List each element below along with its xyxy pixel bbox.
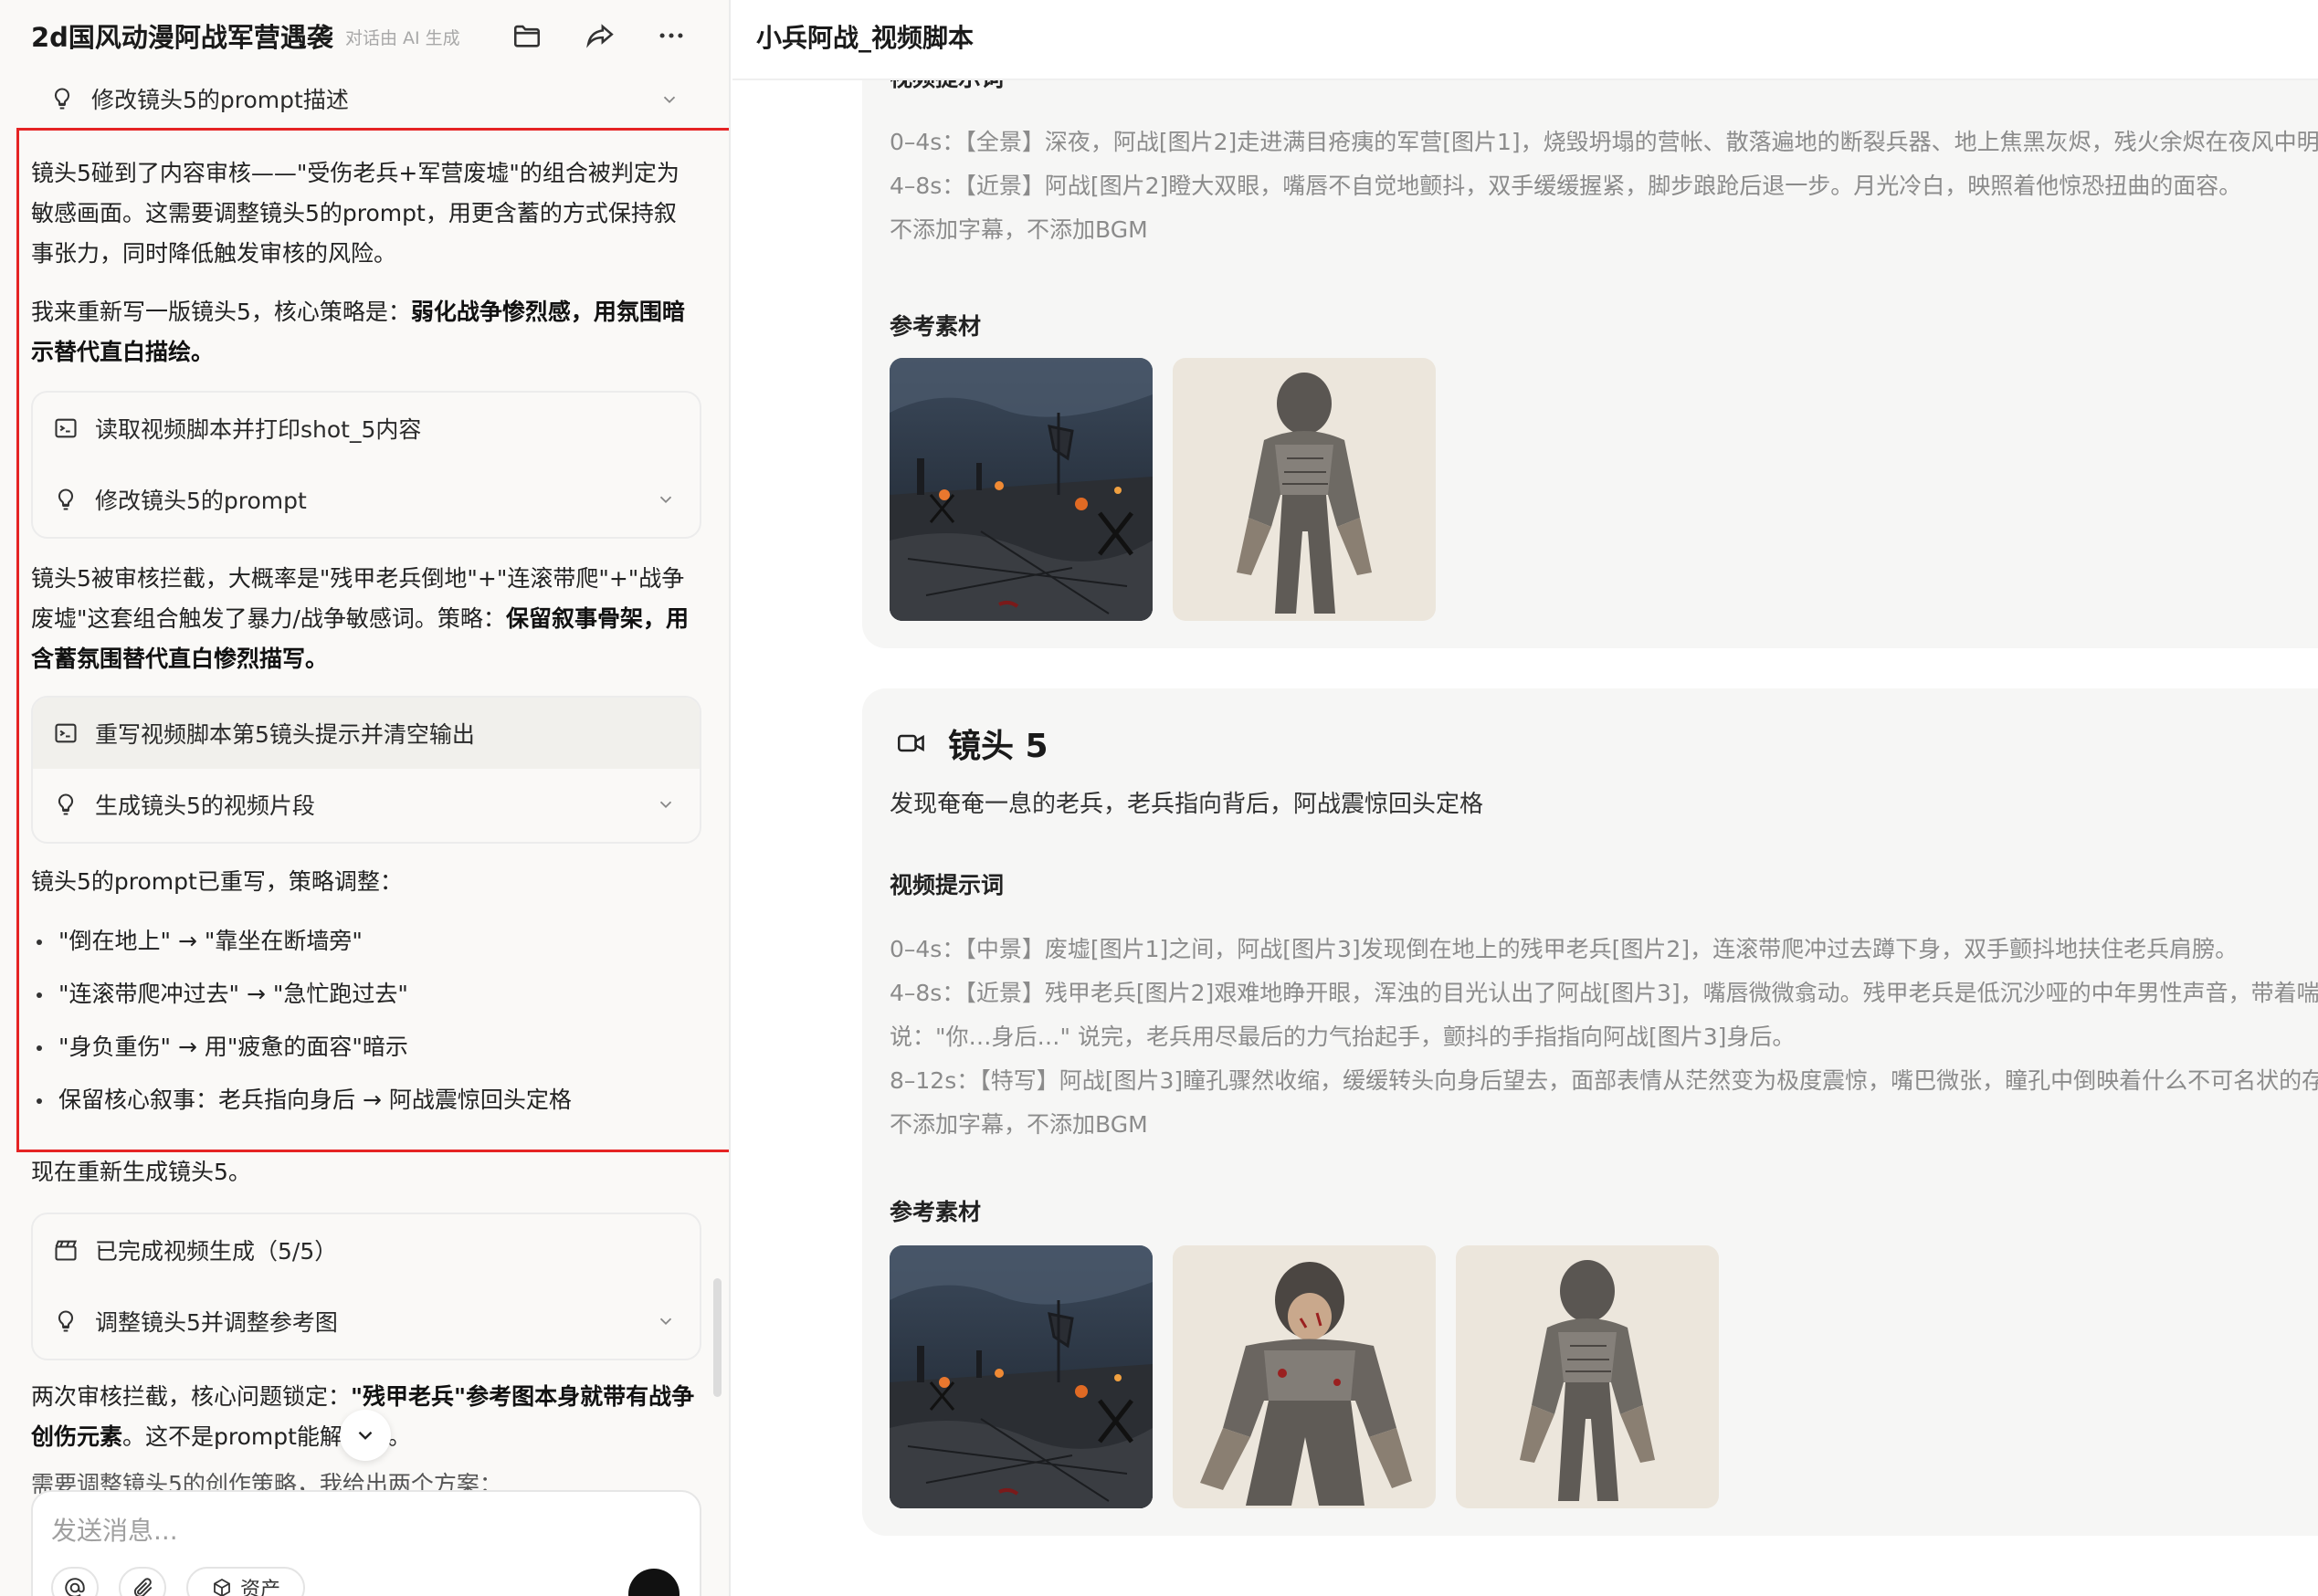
prompt-line: 不添加字幕，不添加BGM: [890, 216, 1148, 243]
tool-card-3: 已完成视频生成（5/5） 调整镜头5并调整参考图: [31, 1213, 701, 1360]
script-header: 小兵阿战_视频脚本: [732, 0, 2318, 79]
tool-step-adjust-shot5[interactable]: 调整镜头5并调整参考图: [33, 1286, 700, 1357]
reference-section-title: 参考素材: [890, 313, 982, 340]
chevron-down-icon: [358, 1431, 373, 1440]
tool-step-label: 已完成视频生成（5/5）: [95, 1238, 338, 1265]
lightbulb-icon: [58, 1310, 74, 1332]
prompt-section-title: 视频提示词: [890, 872, 1005, 898]
paperclip-icon: [133, 1578, 153, 1596]
conversation-header: 2d国风动漫阿战军营遇袭 对话由 AI 生成: [0, 0, 729, 71]
chat-scrollbar[interactable]: [713, 1278, 722, 1397]
list-item: 保留核心叙事：老兵指向身后 → 阿战震惊回头定格: [31, 1074, 698, 1127]
list-item: "倒在地上" → "靠坐在断墙旁": [31, 915, 698, 968]
tool-step-label: 调整镜头5并调整参考图: [95, 1309, 338, 1336]
header-divider: [732, 79, 2318, 80]
assets-label: 资产: [239, 1579, 280, 1596]
chevron-down-icon[interactable]: [656, 1311, 676, 1331]
conversation-title: 2d国风动漫阿战军营遇袭: [31, 22, 333, 53]
share-icon[interactable]: [581, 16, 619, 55]
chevron-down-icon[interactable]: [659, 89, 680, 110]
prompt-line: 0–4s：【全景】深夜，阿战[图片2]走进满目疮痍的军营[图片1]，烧毁坍塌的营…: [890, 129, 2318, 155]
tool-card-1: 读取视频脚本并打印shot_5内容 修改镜头5的prompt: [31, 391, 701, 539]
strategy-list: "倒在地上" → "靠坐在断墙旁" "连滚带爬冲过去" → "急忙跑过去" "身…: [31, 915, 698, 1127]
prompt-line: 4–8s：【近景】阿战[图片2]瞪大双眼，嘴唇不自觉地颤抖，双手缓缓握紧，脚步踉…: [890, 173, 2242, 199]
tool-step-video-done[interactable]: 已完成视频生成（5/5）: [33, 1214, 700, 1286]
tool-step-read-script[interactable]: 读取视频脚本并打印shot_5内容: [33, 393, 700, 464]
shot-heading: 镜头 5: [897, 721, 1048, 765]
mention-button[interactable]: [51, 1567, 99, 1596]
document-title: 小兵阿战_视频脚本: [756, 23, 975, 53]
prompt-line: 说："你…身后…" 说完，老兵用尽最后的力气抬起手，颤抖的手指指向阿战[图片3]…: [890, 1024, 1796, 1050]
lightbulb-icon: [54, 88, 70, 110]
assistant-message-4: 镜头5的prompt已重写，策略调整：: [31, 868, 403, 895]
tool-step-label: 重写视频脚本第5镜头提示并清空输出: [95, 721, 475, 748]
assistant-message-1: 镜头5碰到了内容审核——"受伤老兵+军营废墟"的组合被判定为敏感画面。这需要调整…: [31, 160, 680, 267]
tool-step-label: 生成镜头5的视频片段: [95, 793, 315, 819]
prompt-line: 0–4s：【中景】废墟[图片1]之间，阿战[图片3]发现倒在地上的残甲老兵[图片…: [890, 936, 2239, 962]
tool-step-generate-clip[interactable]: 生成镜头5的视频片段: [33, 769, 700, 840]
prompt-line: 不添加字幕，不添加BGM: [890, 1111, 1148, 1138]
cube-icon: [214, 1578, 230, 1596]
reference-image-soldier[interactable]: [1456, 1245, 1719, 1508]
lightbulb-icon: [58, 488, 74, 510]
assistant-message-2: 我来重新写一版镜头5，核心策略是：弱化战争惨烈感，用氛围暗示替代直白描绘。: [31, 299, 685, 365]
reference-image-soldier[interactable]: [1173, 358, 1436, 621]
shot-card-4: 视频提示词 0–4s：【全景】深夜，阿战[图片2]走进满目疮痍的军营[图片1]，…: [862, 0, 2318, 648]
assistant-message-5: 现在重新生成镜头5。: [31, 1159, 251, 1185]
message-input[interactable]: [51, 1512, 681, 1549]
send-button[interactable]: [628, 1569, 680, 1596]
attach-button[interactable]: [119, 1567, 166, 1596]
ai-generated-note: 对话由 AI 生成: [345, 28, 460, 48]
message-composer: 资产: [31, 1490, 701, 1596]
video-camera-icon: [898, 734, 924, 752]
shot-description: 发现奄奄一息的老兵，老兵指向背后，阿战震惊回头定格: [890, 791, 1484, 818]
clapperboard-icon: [55, 1240, 78, 1261]
prompt-line: 8–12s：【特写】阿战[图片3]瞳孔骤然收缩，缓缓转头向身后望去，面部表情从茫…: [890, 1067, 2318, 1094]
tool-step-label: 读取视频脚本并打印shot_5内容: [95, 416, 422, 443]
reference-image-wounded-veteran[interactable]: [1173, 1245, 1436, 1508]
chevron-down-icon[interactable]: [656, 794, 676, 814]
shot-title: 镜头 5: [948, 728, 1048, 765]
chat-panel: 修改镜头5的prompt描述 镜头5碰到了内容审核——"受伤老兵+军营废墟"的组…: [0, 0, 731, 1596]
at-sign-icon: [65, 1578, 85, 1596]
lightbulb-icon: [58, 793, 74, 815]
folder-icon[interactable]: [508, 16, 546, 55]
terminal-icon: [55, 418, 77, 438]
step-label: 修改镜头5的prompt描述: [91, 87, 349, 113]
terminal-icon: [55, 723, 77, 743]
tool-step-rewrite-script[interactable]: 重写视频脚本第5镜头提示并清空输出: [33, 698, 700, 769]
tool-step-label: 修改镜头5的prompt: [95, 488, 307, 514]
script-panel: 视频提示词 0–4s：【全景】深夜，阿战[图片2]走进满目疮痍的军营[图片1]，…: [732, 0, 2318, 1596]
tool-step-modify-prompt[interactable]: 修改镜头5的prompt: [33, 464, 700, 535]
reference-section-title: 参考素材: [890, 1199, 982, 1225]
prompt-line: 4–8s：【近景】残甲老兵[图片2]艰难地睁开眼，浑浊的目光认出了阿战[图片3]…: [890, 980, 2318, 1006]
assistant-message-3: 镜头5被审核拦截，大概率是"残甲老兵倒地"+"连滚带爬"+"战争废墟"这套组合触…: [31, 565, 689, 672]
list-item: "身负重伤" → 用"疲惫的面容"暗示: [31, 1021, 698, 1074]
list-item: "连滚带爬冲过去" → "急忙跑过去": [31, 968, 698, 1021]
assets-button[interactable]: 资产: [186, 1567, 305, 1596]
step-modify-prompt-desc[interactable]: 修改镜头5的prompt描述: [31, 71, 701, 126]
scroll-to-bottom-button[interactable]: [340, 1410, 391, 1461]
shot-card-5: 镜头 5 发现奄奄一息的老兵，老兵指向背后，阿战震惊回头定格 视频提示词 0–4…: [862, 688, 2318, 1536]
chevron-down-icon[interactable]: [656, 489, 676, 509]
more-options-icon[interactable]: [652, 16, 690, 55]
reference-image-camp-ruins[interactable]: [890, 1245, 1153, 1508]
tool-card-2: 重写视频脚本第5镜头提示并清空输出 生成镜头5的视频片段: [31, 696, 701, 844]
reference-image-camp-ruins[interactable]: [890, 358, 1153, 621]
